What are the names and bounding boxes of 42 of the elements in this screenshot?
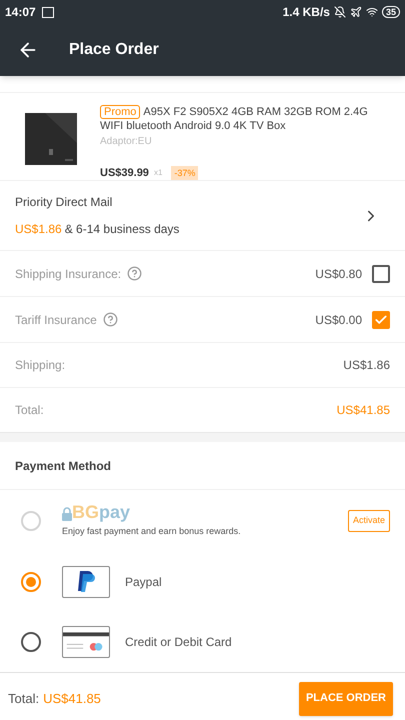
place-order-button[interactable]: PLACE ORDER — [298, 682, 393, 716]
quantity: x1 — [154, 167, 162, 180]
notification-icon — [42, 6, 54, 18]
option-price: US$0.80 — [315, 266, 362, 282]
delivery-time: & 6-14 business days — [64, 221, 180, 238]
radio-button[interactable] — [21, 572, 41, 592]
checkbox[interactable] — [372, 310, 390, 328]
discount-tag: -37% — [171, 166, 198, 181]
product-variant: Adaptor:EU — [100, 135, 152, 149]
help-icon[interactable] — [102, 312, 118, 327]
promo-tag: Promo — [100, 105, 140, 119]
help-icon[interactable] — [127, 266, 142, 281]
shipping-method-name: Priority Direct Mail — [15, 194, 114, 211]
network-speed: 1.4 KB/s — [282, 4, 330, 21]
airplane-icon — [350, 6, 362, 18]
option-price: US$0.00 — [315, 312, 362, 328]
option-label: Shipping Insurance: — [15, 266, 122, 282]
shipping-price: US$1.86 — [15, 221, 62, 238]
footer-total: US$41.85 — [43, 690, 101, 708]
option-label: Tariff Insurance — [15, 312, 97, 328]
wallet-logo: BGpay — [72, 503, 130, 522]
summary-value: US$41.85 — [336, 402, 390, 419]
checkbox[interactable] — [372, 264, 390, 282]
battery-level: 35 — [382, 6, 400, 18]
product-price: US$39.99 — [100, 166, 149, 181]
clock: 14:07 — [5, 4, 36, 21]
check-icon — [374, 312, 388, 326]
summary-value: US$1.86 — [343, 357, 390, 374]
product-name: Promo A95X F2 S905X2 4GB RAM 32GB ROM 2.4G WIFI bluetooth Android 9.0 4K TV Box — [100, 105, 369, 133]
radio-button[interactable] — [21, 632, 41, 652]
wallet-description: Enjoy fast payment and earn bonus rewards. — [62, 525, 242, 538]
payment-method-label: Credit or Debit Card — [125, 634, 232, 651]
mute-icon — [334, 6, 346, 18]
shipping-method-row[interactable]: Priority Direct Mail US$1.86 & 6-14 business days — [0, 180, 405, 250]
summary-label: Shipping: — [15, 357, 66, 374]
payment-logo-icon — [77, 571, 95, 593]
footer-total-label: Total: — [8, 690, 40, 708]
lock-icon — [62, 507, 72, 522]
payment-method-label: Paypal — [125, 574, 162, 591]
page-title: Place Order — [69, 40, 159, 60]
summary-label: Total: — [15, 402, 44, 419]
section-title: Payment Method — [15, 458, 112, 474]
